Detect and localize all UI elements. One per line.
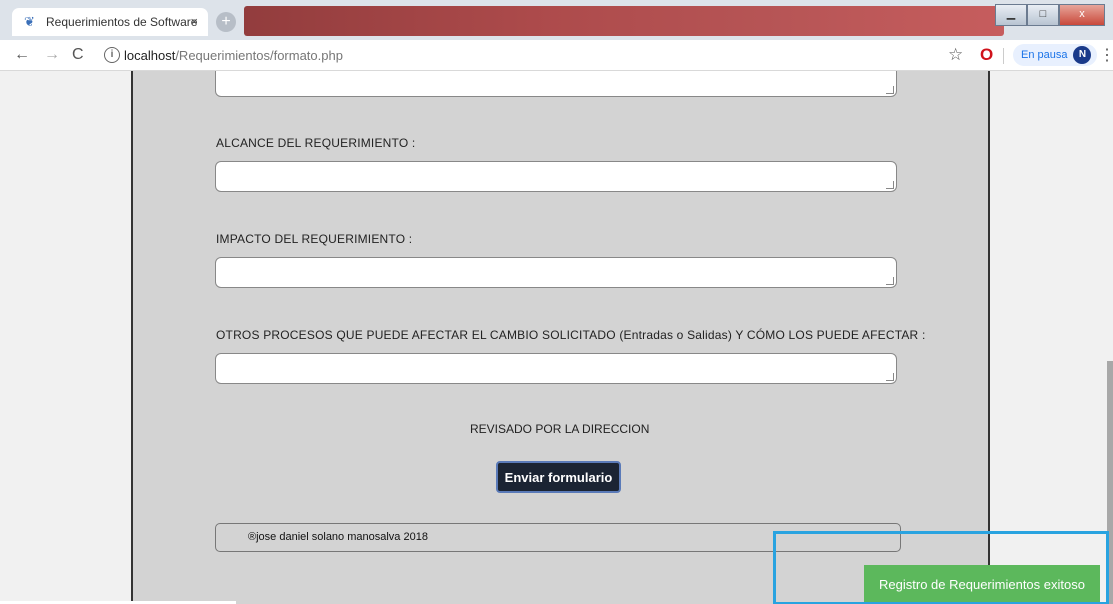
url-host: localhost [124, 48, 176, 63]
page-viewport: ALCANCE DEL REQUERIMIENTO : IMPACTO DEL … [0, 71, 1113, 604]
success-toast: Registro de Requerimientos exitoso [864, 565, 1100, 604]
otros-procesos-label: OTROS PROCESOS QUE PUEDE AFECTAR EL CAMB… [216, 328, 926, 342]
new-tab-button[interactable]: + [216, 12, 236, 32]
address-bar[interactable]: localhost/Requerimientos/formato.php [124, 48, 343, 63]
footer-copyright: ®jose daniel solano manosalva 2018 [248, 531, 428, 543]
forward-arrow-icon[interactable]: → [44, 46, 60, 64]
browser-menu-icon[interactable]: ⋮ [1099, 45, 1113, 65]
alcance-label: ALCANCE DEL REQUERIMIENTO : [216, 136, 416, 150]
background-window-strip [244, 6, 1004, 36]
reload-icon[interactable]: C [72, 46, 84, 64]
form-sheet: ALCANCE DEL REQUERIMIENTO : IMPACTO DEL … [131, 71, 990, 604]
profile-status: En pausa [1021, 49, 1068, 61]
tab-strip: ❦ Requerimientos de Software × + ▁ □ x [0, 0, 1113, 40]
bookmark-star-icon[interactable]: ☆ [948, 45, 963, 65]
tab-close-icon[interactable]: × [190, 14, 198, 29]
enviar-formulario-button[interactable]: Enviar formulario [496, 461, 621, 493]
resize-handle-icon[interactable] [886, 373, 894, 381]
impacto-label: IMPACTO DEL REQUERIMIENTO : [216, 232, 413, 246]
impacto-textarea[interactable] [215, 257, 897, 288]
profile-button[interactable]: En pausa N [1013, 44, 1098, 66]
minimize-button[interactable]: ▁ [995, 4, 1027, 26]
otros-procesos-textarea[interactable] [215, 353, 897, 384]
url-path: /Requerimientos/formato.php [175, 48, 343, 63]
window-controls: ▁ □ x [995, 4, 1105, 26]
site-info-icon[interactable]: i [104, 47, 120, 63]
previous-textarea[interactable] [215, 71, 897, 97]
footer: ®jose daniel solano manosalva 2018 [215, 523, 901, 552]
close-window-button[interactable]: x [1059, 4, 1105, 26]
toolbar-separator [1003, 48, 1004, 64]
revisado-text: REVISADO POR LA DIRECCION [470, 422, 650, 436]
resize-handle-icon[interactable] [886, 181, 894, 189]
opera-extension-icon[interactable]: O [980, 45, 993, 65]
resize-handle-icon[interactable] [886, 277, 894, 285]
avatar: N [1073, 46, 1092, 64]
scrollbar-thumb[interactable] [1107, 361, 1113, 604]
alcance-textarea[interactable] [215, 161, 897, 192]
browser-toolbar: ← → C i localhost/Requerimientos/formato… [0, 40, 1113, 71]
browser-tab[interactable]: ❦ Requerimientos de Software × [12, 8, 208, 36]
resize-handle-icon[interactable] [886, 86, 894, 94]
tab-title: Requerimientos de Software [46, 15, 198, 29]
site-favicon-icon: ❦ [24, 14, 35, 29]
scrollbar[interactable] [1107, 71, 1113, 604]
maximize-button[interactable]: □ [1027, 4, 1059, 26]
back-arrow-icon[interactable]: ← [14, 46, 30, 64]
